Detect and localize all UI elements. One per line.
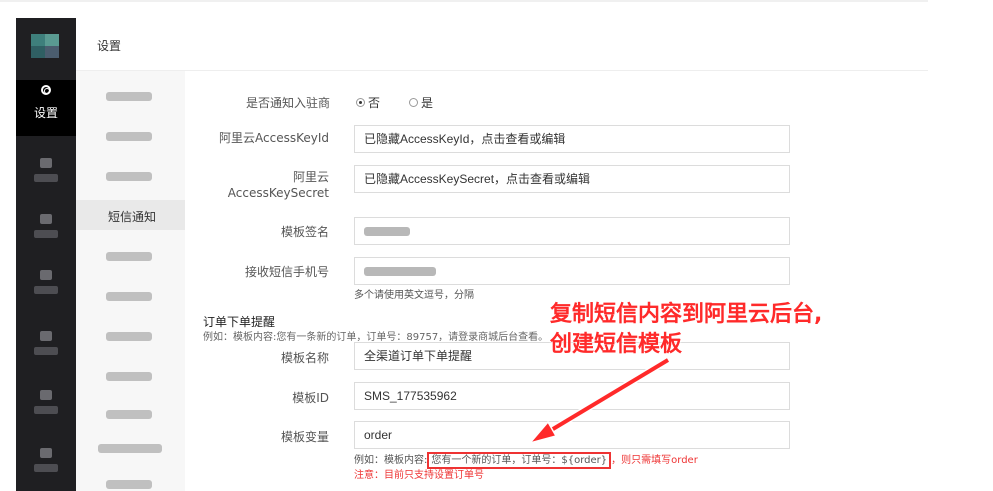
- submenu-item-sms-notify[interactable]: 短信通知: [76, 200, 185, 230]
- submenu-item[interactable]: [76, 281, 185, 311]
- receive-phone-input[interactable]: [354, 257, 790, 285]
- sidebar-item[interactable]: [16, 380, 76, 432]
- blurred-label: [34, 286, 58, 294]
- blurred-icon: [40, 214, 52, 224]
- sidebar-item[interactable]: [16, 148, 76, 200]
- blurred-label: [106, 172, 152, 181]
- template-id-label: 模板ID: [292, 391, 329, 405]
- blurred-label: [34, 230, 58, 238]
- template-var-input[interactable]: order: [354, 421, 790, 449]
- radio-label: 是: [421, 96, 434, 110]
- sidebar-item[interactable]: [16, 260, 76, 312]
- sidebar-item[interactable]: [16, 438, 76, 490]
- access-key-id-label: 阿里云AccessKeyId: [219, 131, 329, 145]
- blurred-label: [106, 132, 152, 141]
- blurred-label: [34, 464, 58, 472]
- submenu-item[interactable]: [76, 433, 185, 463]
- blurred-label: [106, 480, 152, 489]
- blurred-label: [106, 332, 152, 341]
- submenu-item[interactable]: [76, 241, 185, 271]
- app-logo: [31, 34, 59, 58]
- notify-merchant-label: 是否通知入驻商: [245, 96, 330, 110]
- blurred-icon: [40, 448, 52, 458]
- submenu-item[interactable]: [76, 81, 185, 111]
- submenu-item-label: 短信通知: [108, 210, 157, 224]
- sidebar-item-label: 设置: [33, 106, 58, 120]
- page-title: 设置: [97, 39, 122, 53]
- submenu-item[interactable]: [76, 469, 185, 491]
- tutorial-annotation: 复制短信内容到阿里云后台, 创建短信模板: [550, 300, 822, 360]
- main-sidebar: 设置: [16, 18, 76, 491]
- blurred-label: [106, 92, 152, 101]
- submenu-item[interactable]: [76, 121, 185, 151]
- access-key-id-input[interactable]: 已隐藏AccessKeyId，点击查看或编辑: [354, 125, 790, 153]
- radio-dot: [356, 98, 365, 107]
- receive-phone-label: 接收短信手机号: [244, 265, 329, 279]
- template-sign-label: 模板签名: [280, 225, 329, 239]
- submenu-item[interactable]: [76, 161, 185, 191]
- submenu-item[interactable]: [76, 399, 185, 429]
- template-var-note: 注意：目前只支持设置订单号: [354, 470, 484, 481]
- blurred-icon: [40, 158, 52, 168]
- access-key-secret-input[interactable]: 已隐藏AccessKeySecret，点击查看或编辑: [354, 165, 790, 193]
- submenu-item[interactable]: [76, 361, 185, 391]
- radio-label: 否: [368, 96, 381, 110]
- sidebar-item-settings[interactable]: 设置: [16, 80, 76, 136]
- blurred-label: [34, 406, 58, 414]
- blurred-icon: [40, 270, 52, 280]
- radio-no[interactable]: 否: [356, 94, 380, 111]
- annotation-line-2: 创建短信模板: [550, 332, 683, 357]
- blurred-label: [34, 174, 58, 182]
- header-divider: [76, 70, 928, 71]
- receive-phone-hint: 多个请使用英文逗号，分隔: [354, 290, 474, 301]
- blurred-label: [34, 347, 58, 355]
- access-key-secret-label-2: AccessKeySecret: [227, 186, 329, 200]
- sub-menu: 短信通知: [76, 71, 185, 491]
- submenu-item[interactable]: [76, 321, 185, 351]
- template-sign-input[interactable]: [354, 217, 790, 245]
- blurred-label: [106, 252, 152, 261]
- blurred-label: [106, 372, 152, 381]
- blurred-label: [106, 292, 152, 301]
- blurred-label: [98, 444, 162, 453]
- sidebar-item[interactable]: [16, 204, 76, 256]
- top-border: [0, 0, 928, 2]
- blurred-icon: [40, 390, 52, 400]
- example-suffix: ，则只需填写order: [611, 455, 698, 466]
- radio-yes[interactable]: 是: [409, 94, 433, 111]
- blurred-label: [106, 410, 152, 419]
- blurred-value: [364, 227, 410, 237]
- example-prefix: 例如：模板内容:: [354, 455, 428, 466]
- blurred-icon: [40, 331, 52, 341]
- order-section-example: 例如：模板内容:您有一条新的订单，订单号：89757，请登录商城后台查看。: [203, 332, 549, 343]
- sidebar-item[interactable]: [16, 321, 76, 373]
- template-var-label: 模板变量: [280, 430, 329, 444]
- template-id-input[interactable]: SMS_177535962: [354, 382, 790, 410]
- blurred-value: [364, 267, 436, 277]
- access-key-secret-label-1: 阿里云: [292, 170, 329, 184]
- template-var-example: 例如：模板内容: 您有一个新的订单，订单号：${order} ，则只需填写order: [354, 451, 698, 469]
- gear-icon: [41, 85, 51, 95]
- annotation-line-1: 复制短信内容到阿里云后台,: [550, 302, 823, 327]
- radio-dot: [409, 98, 418, 107]
- template-name-label: 模板名称: [280, 351, 329, 365]
